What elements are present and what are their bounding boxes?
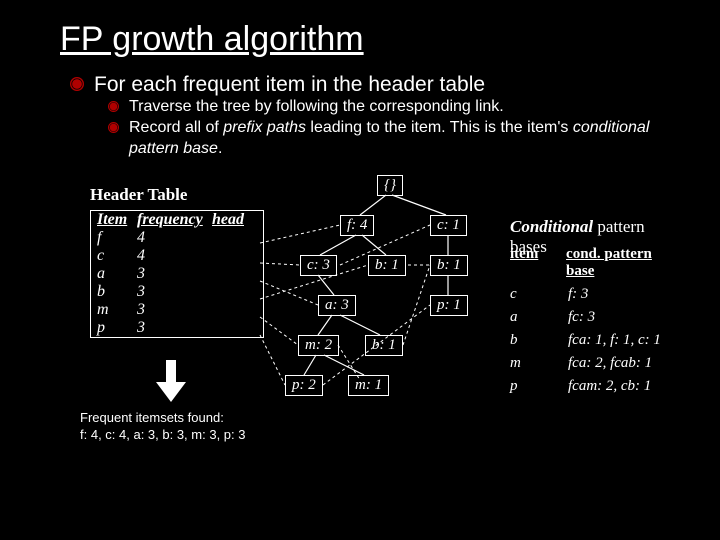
main-bullet: For each frequent item in the header tab… [94, 73, 485, 97]
tree-node: m: 2 [298, 335, 339, 356]
slide-title: FP growth algorithm [60, 20, 680, 59]
tree-node: p: 1 [430, 295, 468, 316]
bullet-icon [70, 77, 84, 91]
tree-node: b: 1 [368, 255, 406, 276]
header-table: Item frequency head f4 c4 a3 b3 m3 p3 [90, 210, 264, 338]
tree-node: b: 1 [430, 255, 468, 276]
bullet-icon [108, 101, 119, 112]
tree-node: c: 1 [430, 215, 467, 236]
down-arrow-icon [156, 360, 186, 407]
tree-root: {} [377, 175, 403, 196]
cpb-table: item cond. pattern base cf: 3 afc: 3 bfc… [510, 243, 680, 398]
diagram-area: Header Table Item frequency head f4 c4 a… [60, 165, 680, 505]
tree-node: m: 1 [348, 375, 389, 396]
bullet-icon [108, 122, 119, 133]
sub-bullet-2: Record all of prefix paths leading to th… [129, 118, 680, 160]
sub-bullet-1: Traverse the tree by following the corre… [129, 97, 504, 118]
tree-node: p: 2 [285, 375, 323, 396]
header-table-title: Header Table [90, 185, 187, 205]
tree-node: c: 3 [300, 255, 337, 276]
tree-node: a: 3 [318, 295, 356, 316]
tree-node: f: 4 [340, 215, 374, 236]
tree-node: b: 1 [365, 335, 403, 356]
frequent-itemsets: Frequent itemsets found: f: 4, c: 4, a: … [80, 410, 245, 444]
